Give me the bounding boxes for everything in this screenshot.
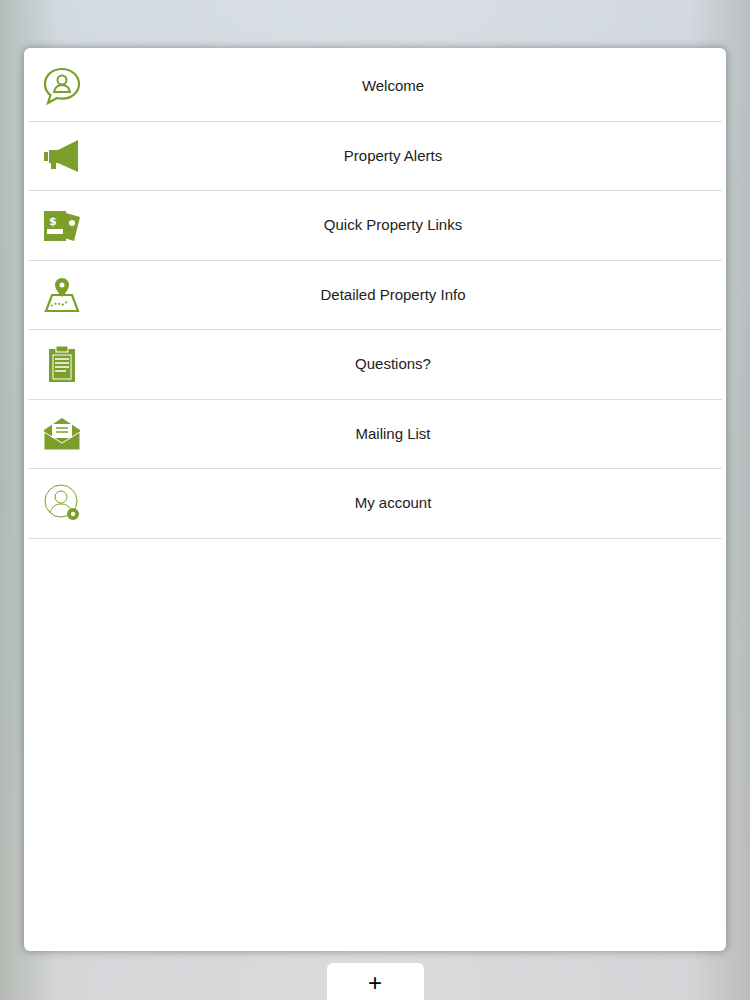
add-button[interactable]: +: [327, 963, 424, 1000]
menu-item-label[interactable]: My account: [82, 486, 722, 521]
menu-item[interactable]: My account: [28, 469, 722, 539]
menu-item[interactable]: Questions?: [28, 330, 722, 400]
menu-item-label[interactable]: Welcome: [82, 69, 722, 104]
svg-text:$: $: [49, 215, 57, 228]
deal-tickets-icon: $: [42, 205, 82, 245]
map-pin-icon: [42, 275, 82, 315]
clipboard-icon: [42, 344, 82, 384]
menu-item-label[interactable]: Mailing List: [82, 417, 722, 452]
app-screen: Welcome Property Alerts $ Quick Property Li…: [0, 0, 750, 1000]
menu-item[interactable]: Property Alerts: [28, 122, 722, 192]
account-settings-icon: [42, 483, 82, 523]
chat-icon: [42, 66, 82, 106]
menu-list: Welcome Property Alerts $ Quick Property Li…: [28, 52, 722, 539]
menu-card: Welcome Property Alerts $ Quick Property Li…: [24, 48, 726, 951]
menu-item-label[interactable]: Property Alerts: [82, 139, 722, 174]
menu-item[interactable]: $ Quick Property Links: [28, 191, 722, 261]
menu-item-label[interactable]: Questions?: [82, 347, 722, 382]
menu-item[interactable]: Mailing List: [28, 400, 722, 470]
envelope-icon: [42, 414, 82, 454]
menu-item[interactable]: Detailed Property Info: [28, 261, 722, 331]
menu-item-label[interactable]: Quick Property Links: [82, 208, 722, 243]
menu-item[interactable]: Welcome: [28, 52, 722, 122]
megaphone-icon: [42, 136, 82, 176]
menu-item-label[interactable]: Detailed Property Info: [82, 278, 722, 313]
